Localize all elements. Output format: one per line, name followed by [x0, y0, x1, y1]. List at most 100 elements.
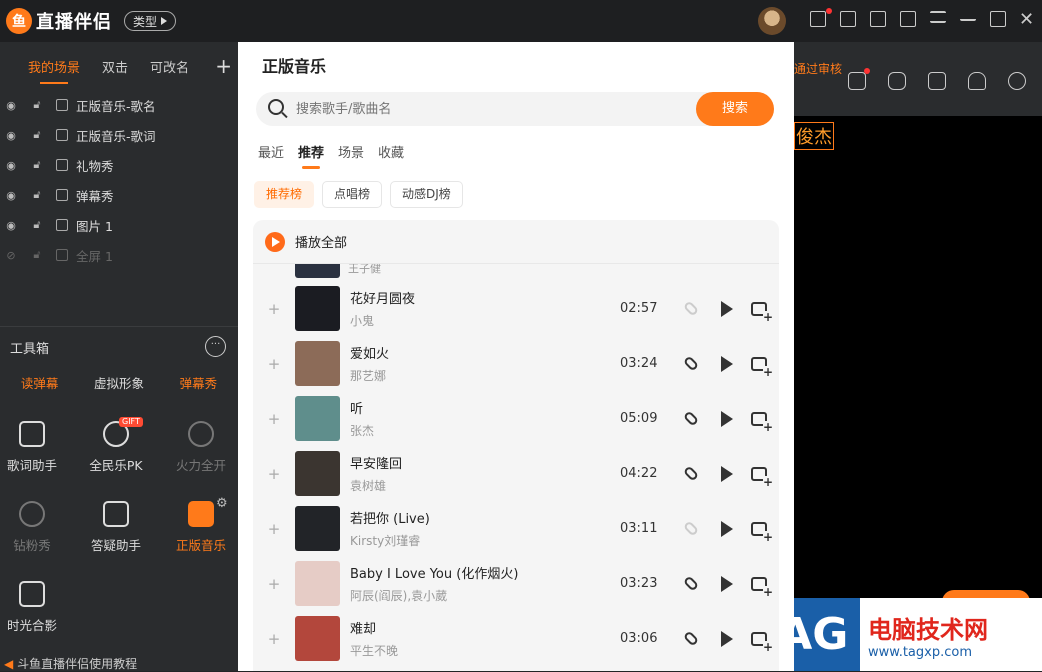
play-icon[interactable]: [708, 630, 742, 647]
music-layer-icon: [56, 129, 68, 141]
play-all-button[interactable]: 播放全部: [253, 220, 779, 264]
lock-icon[interactable]: 🔓︎: [30, 98, 44, 111]
link-icon[interactable]: [674, 575, 708, 592]
eye-icon[interactable]: ◉: [4, 129, 18, 142]
layer-item[interactable]: ◉ 🔓︎ 正版音乐-歌词: [0, 120, 238, 150]
search-button[interactable]: 搜索: [696, 92, 774, 126]
tab-favorites[interactable]: 收藏: [378, 142, 404, 161]
play-icon[interactable]: [708, 575, 742, 592]
song-row[interactable]: + 花好月圆夜 小鬼 02:57: [253, 281, 779, 336]
review-status: 通过审核: [794, 62, 843, 76]
add-to-queue-icon[interactable]: [742, 521, 776, 543]
link-icon[interactable]: [674, 520, 708, 537]
layer-item[interactable]: ◉ 🔓︎ 正版音乐-歌名: [0, 90, 238, 120]
type-button[interactable]: 类型: [124, 11, 177, 31]
tv-icon[interactable]: [840, 11, 856, 27]
eye-icon[interactable]: ◉: [4, 219, 18, 232]
tab-recommend[interactable]: 推荐: [298, 142, 324, 169]
lock-icon[interactable]: 🔓︎: [30, 158, 44, 171]
tab-rename[interactable]: 可改名: [150, 57, 189, 76]
canvas-text-element[interactable]: 俊杰: [794, 122, 834, 150]
tool-diamond-fans[interactable]: 钻粉秀: [0, 501, 70, 554]
song-row[interactable]: + 早安隆回 袁树雄 04:22: [253, 446, 779, 501]
link-icon[interactable]: [674, 300, 708, 317]
layer-item[interactable]: ◉ 🔓︎ 礼物秀: [0, 150, 238, 180]
tool-qa-assistant[interactable]: 答疑助手: [78, 501, 154, 554]
tab-virtual-avatar[interactable]: 虚拟形象: [79, 373, 158, 392]
photo-icon: [19, 581, 45, 607]
minimize-icon[interactable]: [960, 11, 976, 21]
song-row[interactable]: + 爱如火 那艺娜 03:24: [253, 336, 779, 391]
unlock-icon[interactable]: [888, 72, 906, 90]
link-icon[interactable]: [674, 465, 708, 482]
preview-canvas[interactable]: 俊杰: [794, 116, 1042, 671]
link-icon[interactable]: [674, 410, 708, 427]
share-icon[interactable]: [1008, 72, 1026, 90]
add-song-icon[interactable]: +: [253, 630, 295, 648]
add-to-queue-icon[interactable]: [742, 356, 776, 378]
chip-request-chart[interactable]: 点唱榜: [322, 181, 383, 208]
tab-scene[interactable]: 场景: [338, 142, 364, 161]
tool-full-fire[interactable]: 火力全开: [163, 421, 239, 474]
eye-icon[interactable]: ◉: [4, 159, 18, 172]
gift-box-icon[interactable]: [848, 72, 866, 90]
add-to-queue-icon[interactable]: [742, 631, 776, 653]
song-duration: 03:11: [620, 521, 658, 536]
tool-label: 全民乐PK: [89, 458, 143, 473]
link-icon[interactable]: [674, 355, 708, 372]
maximize-icon[interactable]: [990, 11, 1006, 27]
add-to-queue-icon[interactable]: [742, 576, 776, 598]
add-to-queue-icon[interactable]: [742, 466, 776, 488]
add-song-icon[interactable]: +: [253, 300, 295, 318]
mail-icon[interactable]: [810, 11, 826, 27]
song-row[interactable]: + Baby I Love You (化作烟火) 阿辰(阎辰),袁小葳 03:23: [253, 556, 779, 611]
save-icon[interactable]: [870, 11, 886, 27]
tab-recent[interactable]: 最近: [258, 142, 284, 161]
tab-my-scenes[interactable]: 我的场景: [28, 57, 80, 84]
layer-item[interactable]: ⊘ 🔓︎ 全屏 1: [0, 240, 238, 270]
song-row[interactable]: + 难却 平生不晚 03:06: [253, 611, 779, 666]
play-icon[interactable]: [708, 410, 742, 427]
add-song-icon[interactable]: +: [253, 465, 295, 483]
layer-item[interactable]: ◉ 🔓︎ 图片 1: [0, 210, 238, 240]
layout-icon[interactable]: [928, 72, 946, 90]
add-to-queue-icon[interactable]: [742, 411, 776, 433]
play-icon[interactable]: [708, 465, 742, 482]
lock-icon[interactable]: 🔓︎: [30, 188, 44, 201]
lock-icon[interactable]: 🔓︎: [30, 218, 44, 231]
more-tools-button[interactable]: ···: [205, 336, 226, 357]
tab-double-click[interactable]: 双击: [102, 57, 128, 76]
add-scene-button[interactable]: +: [215, 54, 232, 78]
add-song-icon[interactable]: +: [253, 520, 295, 538]
gear-icon[interactable]: ⚙: [216, 496, 228, 511]
play-icon[interactable]: [708, 300, 742, 317]
link-icon[interactable]: [674, 630, 708, 647]
skin-icon[interactable]: [900, 11, 916, 27]
add-song-icon[interactable]: +: [253, 355, 295, 373]
eye-icon[interactable]: ◉: [4, 99, 18, 112]
search-input[interactable]: [296, 98, 676, 120]
layer-item[interactable]: ◉ 🔓︎ 弹幕秀: [0, 180, 238, 210]
tool-photo[interactable]: 时光合影: [0, 581, 70, 634]
add-song-icon[interactable]: +: [253, 575, 295, 593]
add-song-icon[interactable]: +: [253, 410, 295, 428]
play-icon[interactable]: [708, 355, 742, 372]
tab-danmaku-show[interactable]: 弹幕秀: [159, 373, 238, 392]
eye-icon[interactable]: ◉: [4, 189, 18, 202]
tool-lyrics-assistant[interactable]: 歌词助手: [0, 421, 70, 474]
play-icon[interactable]: [708, 520, 742, 537]
chip-recommend-chart[interactable]: 推荐榜: [254, 181, 315, 208]
bell-icon[interactable]: [968, 72, 986, 90]
lock-icon[interactable]: 🔓︎: [30, 128, 44, 141]
tutorial-link[interactable]: ◀ 斗鱼直播伴侣使用教程: [4, 655, 137, 672]
chip-dj-chart[interactable]: 动感DJ榜: [390, 181, 463, 208]
add-to-queue-icon[interactable]: [742, 301, 776, 323]
song-row[interactable]: + 听张杰 05:09: [253, 391, 779, 446]
avatar[interactable]: [758, 7, 786, 35]
song-row[interactable]: + 若把你 (Live) Kirsty刘瑾睿 03:11: [253, 501, 779, 556]
menu-icon[interactable]: [930, 11, 946, 23]
tab-read-danmaku[interactable]: 读弹幕: [0, 373, 79, 392]
tool-pk[interactable]: GIFT 全民乐PK: [78, 417, 154, 474]
lock-icon[interactable]: 🔓︎: [30, 248, 44, 261]
eye-hidden-icon[interactable]: ⊘: [4, 249, 18, 262]
